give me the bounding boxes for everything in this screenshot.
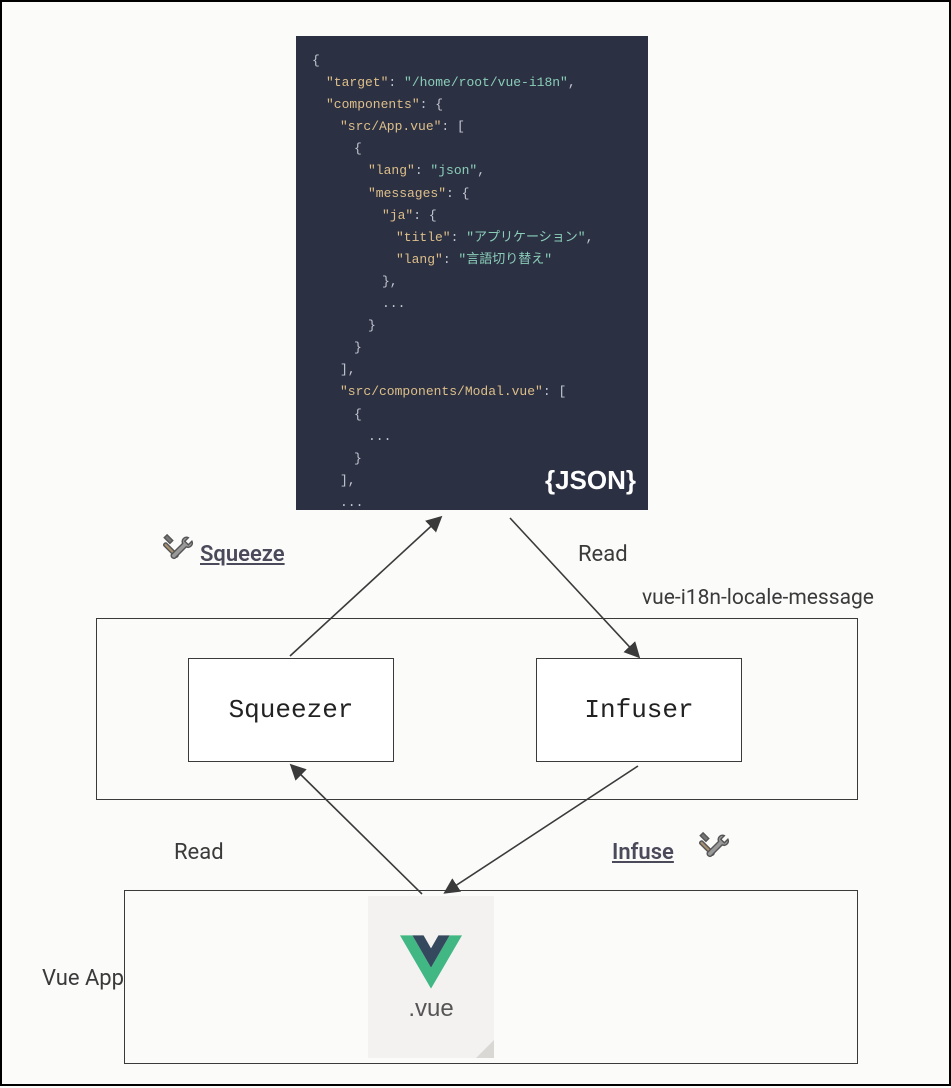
vue-app-label: Vue App <box>42 966 124 991</box>
vue-file-ext: .vue <box>408 995 453 1023</box>
squeeze-label: Squeeze <box>200 542 285 567</box>
json-val-target: "/home/root/vue-i18n" <box>404 75 568 90</box>
json-val-title: "アプリケーション" <box>466 230 585 245</box>
squeezer-box: Squeezer <box>188 658 394 762</box>
infuse-label: Infuse <box>612 840 674 865</box>
json-key-ja: "ja" <box>382 208 413 223</box>
json-val-lang: "json" <box>430 163 477 178</box>
read-top-label: Read <box>578 542 628 567</box>
hammer-wrench-icon <box>160 532 194 566</box>
json-key-target: "target" <box>326 75 388 90</box>
json-ellipsis-2: ... <box>312 426 632 448</box>
package-name-label: vue-i18n-locale-message <box>642 586 874 610</box>
hammer-wrench-icon <box>696 830 730 864</box>
squeezer-label: Squeezer <box>229 695 354 725</box>
json-key-title: "title" <box>396 230 451 245</box>
json-key-components: "components" <box>326 97 420 112</box>
vue-logo-icon <box>400 935 462 989</box>
json-code-block: { "target": "/home/root/vue-i18n", "comp… <box>296 36 648 510</box>
infuser-box: Infuser <box>536 658 742 762</box>
json-ellipsis: ... <box>312 293 632 315</box>
infuser-label: Infuser <box>584 695 693 725</box>
json-overlay-label: {JSON} <box>545 458 636 502</box>
json-key-langfield: "lang" <box>396 252 443 267</box>
json-key-src-app: "src/App.vue" <box>340 119 441 134</box>
json-key-messages: "messages" <box>368 186 446 201</box>
vue-file: .vue <box>368 896 494 1058</box>
read-bottom-label: Read <box>174 840 224 865</box>
diagram-canvas: { "target": "/home/root/vue-i18n", "comp… <box>0 0 951 1086</box>
json-key-lang: "lang" <box>368 163 415 178</box>
json-key-src-modal: "src/components/Modal.vue" <box>340 384 543 399</box>
json-val-langfield: "言語切り替え" <box>458 252 552 267</box>
